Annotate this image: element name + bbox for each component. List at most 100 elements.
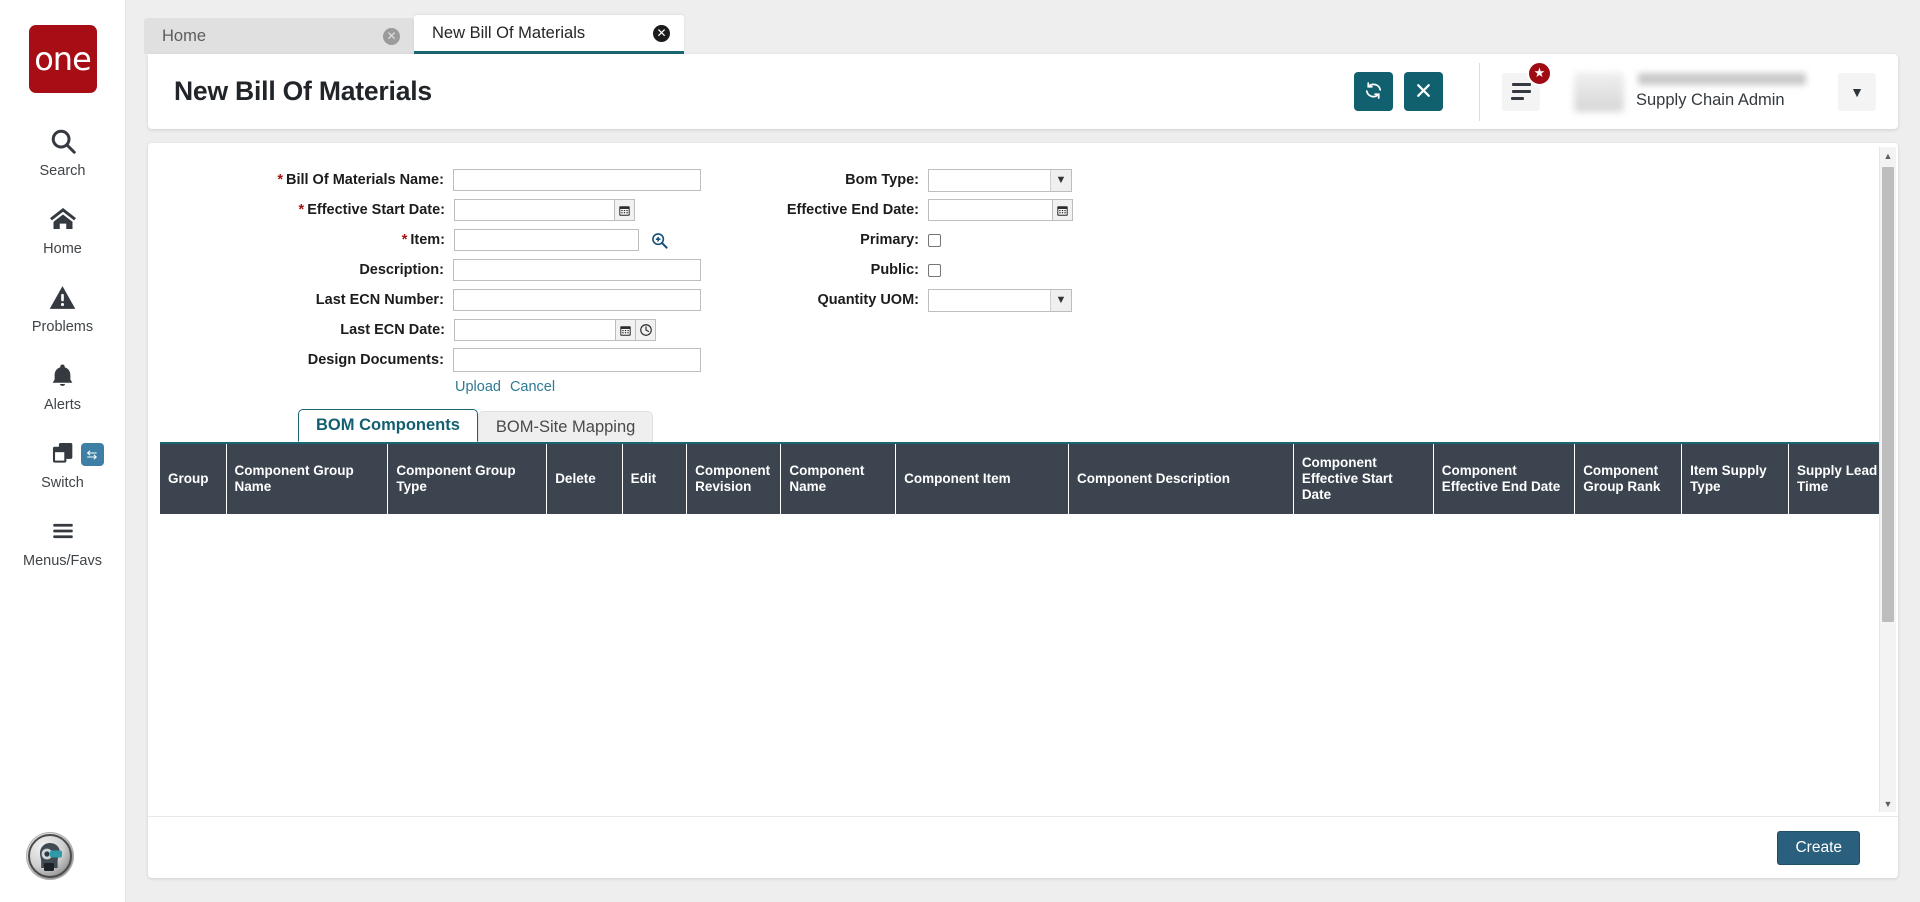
public-checkbox[interactable] [928, 263, 941, 277]
home-icon [47, 201, 79, 237]
description-input[interactable] [452, 259, 701, 281]
last-ecn-date-input[interactable] [454, 319, 616, 341]
field-public: Public: [701, 255, 1131, 285]
grid-column-header[interactable]: Edit [622, 444, 688, 514]
grid-column-header[interactable]: Component Description [1068, 444, 1294, 514]
grid-column-header[interactable]: Component Name [780, 444, 897, 514]
bom-name-input[interactable] [452, 169, 701, 191]
grid-column-header[interactable]: Group [160, 444, 227, 514]
cancel-upload-link[interactable]: Cancel [510, 379, 555, 395]
tab-label: New Bill Of Materials [432, 23, 586, 42]
panel-tab-label: BOM-Site Mapping [495, 417, 636, 436]
grid-column-header[interactable]: Delete [546, 444, 623, 514]
card-footer: Create [148, 816, 1898, 878]
sidebar-item-home[interactable]: Home [0, 179, 126, 257]
switch-toggle-badge-icon[interactable]: ⇆ [80, 443, 104, 466]
last-ecn-number-input[interactable] [452, 289, 701, 311]
tab-bom-components[interactable]: BOM Components [298, 409, 478, 442]
item-input[interactable] [454, 229, 639, 251]
grid-header: Group Component Group Name Component Group… [160, 444, 1886, 514]
effective-start-date-input[interactable] [454, 199, 615, 221]
field-bom-name: * Bill Of Materials Name: [156, 165, 701, 195]
bom-components-grid-wrap: Group Component Group Name Component Group… [160, 442, 1886, 752]
grid-column-header[interactable]: Component Revision [686, 444, 782, 514]
sidebar-item-alerts[interactable]: Alerts [0, 335, 126, 413]
create-button[interactable]: Create [1777, 830, 1860, 865]
refresh-button[interactable] [1354, 72, 1393, 111]
required-marker: * [277, 172, 283, 188]
field-label: Primary: [701, 232, 928, 248]
hamburger-icon [48, 513, 78, 549]
field-label-text: Last ECN Number: [315, 292, 444, 308]
tab-home[interactable]: Home ✕ [144, 18, 414, 54]
field-label: Public: [701, 262, 928, 278]
grid-column-header[interactable]: Component Effective End Date [1433, 444, 1576, 514]
grid-column-header[interactable]: Component Group Rank [1574, 444, 1683, 514]
field-label: Last ECN Number: [156, 292, 453, 308]
chevron-down-icon[interactable]: ▼ [1838, 72, 1876, 111]
grid-column-header[interactable]: Supply Lead Time [1788, 444, 1886, 514]
upload-link[interactable]: Upload [455, 379, 501, 395]
effective-end-date-input[interactable] [928, 199, 1053, 221]
field-design-documents: Design Documents: [156, 345, 701, 375]
field-label: * Bill Of Materials Name: [156, 172, 453, 188]
sidebar-item-search[interactable]: Search [0, 93, 126, 179]
user-role-label: Supply Chain Admin [1636, 91, 1785, 109]
calendar-icon[interactable] [1053, 199, 1073, 221]
tab-new-bill-of-materials[interactable]: New Bill Of Materials ✕ [414, 15, 684, 54]
form-column-left: * Bill Of Materials Name: * Effective Star… [156, 165, 701, 395]
triangle-down-icon[interactable]: ▼ [1880, 795, 1896, 812]
field-label: Design Documents: [156, 352, 453, 368]
field-label: Description: [156, 262, 453, 278]
field-label-text: Last ECN Date: [340, 322, 445, 338]
field-label: Effective End Date: [701, 202, 928, 218]
content-scrollbar[interactable]: ▲ ▼ [1879, 147, 1896, 812]
field-label-text: Item: [410, 232, 445, 248]
user-profile-chip[interactable]: Supply Chain Admin ▼ [1574, 65, 1876, 118]
page-title: New Bill Of Materials [174, 76, 432, 106]
star-icon[interactable]: ★ [1527, 60, 1552, 86]
field-label: Quantity UOM: [701, 292, 928, 308]
field-label: Bom Type: [701, 172, 928, 188]
sidebar-item-problems[interactable]: Problems [0, 257, 126, 335]
grid-column-header[interactable]: Component Item [895, 444, 1070, 514]
design-documents-input[interactable] [452, 348, 701, 372]
grid-column-header[interactable]: Item Supply Type [1681, 444, 1789, 514]
clock-icon[interactable] [636, 319, 656, 341]
close-icon[interactable]: ✕ [653, 24, 670, 42]
field-effective-start-date: * Effective Start Date: [156, 195, 701, 225]
tab-bom-site-mapping[interactable]: BOM-Site Mapping [477, 411, 654, 442]
scrollbar-thumb[interactable] [1882, 167, 1894, 622]
quantity-uom-select[interactable]: ▼ [928, 288, 1072, 312]
panel-tab-label: BOM Components [316, 416, 460, 434]
bell-icon [49, 357, 76, 393]
grid-header-row: Group Component Group Name Component Group… [160, 444, 1886, 514]
design-documents-actions: Upload Cancel [455, 379, 701, 395]
list-menu-icon [1511, 83, 1531, 86]
primary-checkbox[interactable] [928, 233, 941, 247]
bom-type-select[interactable]: ▼ [928, 168, 1072, 192]
calendar-icon[interactable] [615, 199, 635, 221]
sidebar-item-label: Menus/Favs [23, 553, 102, 569]
sidebar-item-switch[interactable]: ⇆ Switch [0, 413, 126, 491]
field-last-ecn-number: Last ECN Number: [156, 285, 701, 315]
field-item: * Item: [156, 225, 701, 255]
calendar-icon[interactable] [616, 319, 636, 341]
avatar [1574, 71, 1624, 112]
main-area: Home ✕ New Bill Of Materials ✕ New Bill … [126, 0, 1920, 902]
triangle-up-icon[interactable]: ▲ [1880, 147, 1896, 164]
close-page-button[interactable] [1404, 72, 1443, 111]
grid-column-header[interactable]: Component Group Type [387, 444, 548, 514]
left-nav-rail: one Search Home Problems Alerts ⇆ Switch… [0, 0, 126, 902]
grid-empty-area [160, 513, 1886, 752]
close-icon[interactable]: ✕ [383, 27, 400, 45]
sidebar-item-label: Switch [41, 475, 84, 491]
sidebar-item-menus-favs[interactable]: Menus/Favs [0, 491, 126, 569]
grid-column-header[interactable]: Component Effective Start Date [1293, 444, 1434, 514]
logo-text: one [34, 40, 92, 78]
close-x-icon [1415, 82, 1432, 102]
magnifier-plus-icon[interactable] [647, 229, 671, 251]
one-network-logo[interactable]: one [28, 25, 97, 93]
grid-column-header[interactable]: Component Group Name [226, 444, 389, 514]
ai-assistant-avatar[interactable] [26, 832, 74, 880]
